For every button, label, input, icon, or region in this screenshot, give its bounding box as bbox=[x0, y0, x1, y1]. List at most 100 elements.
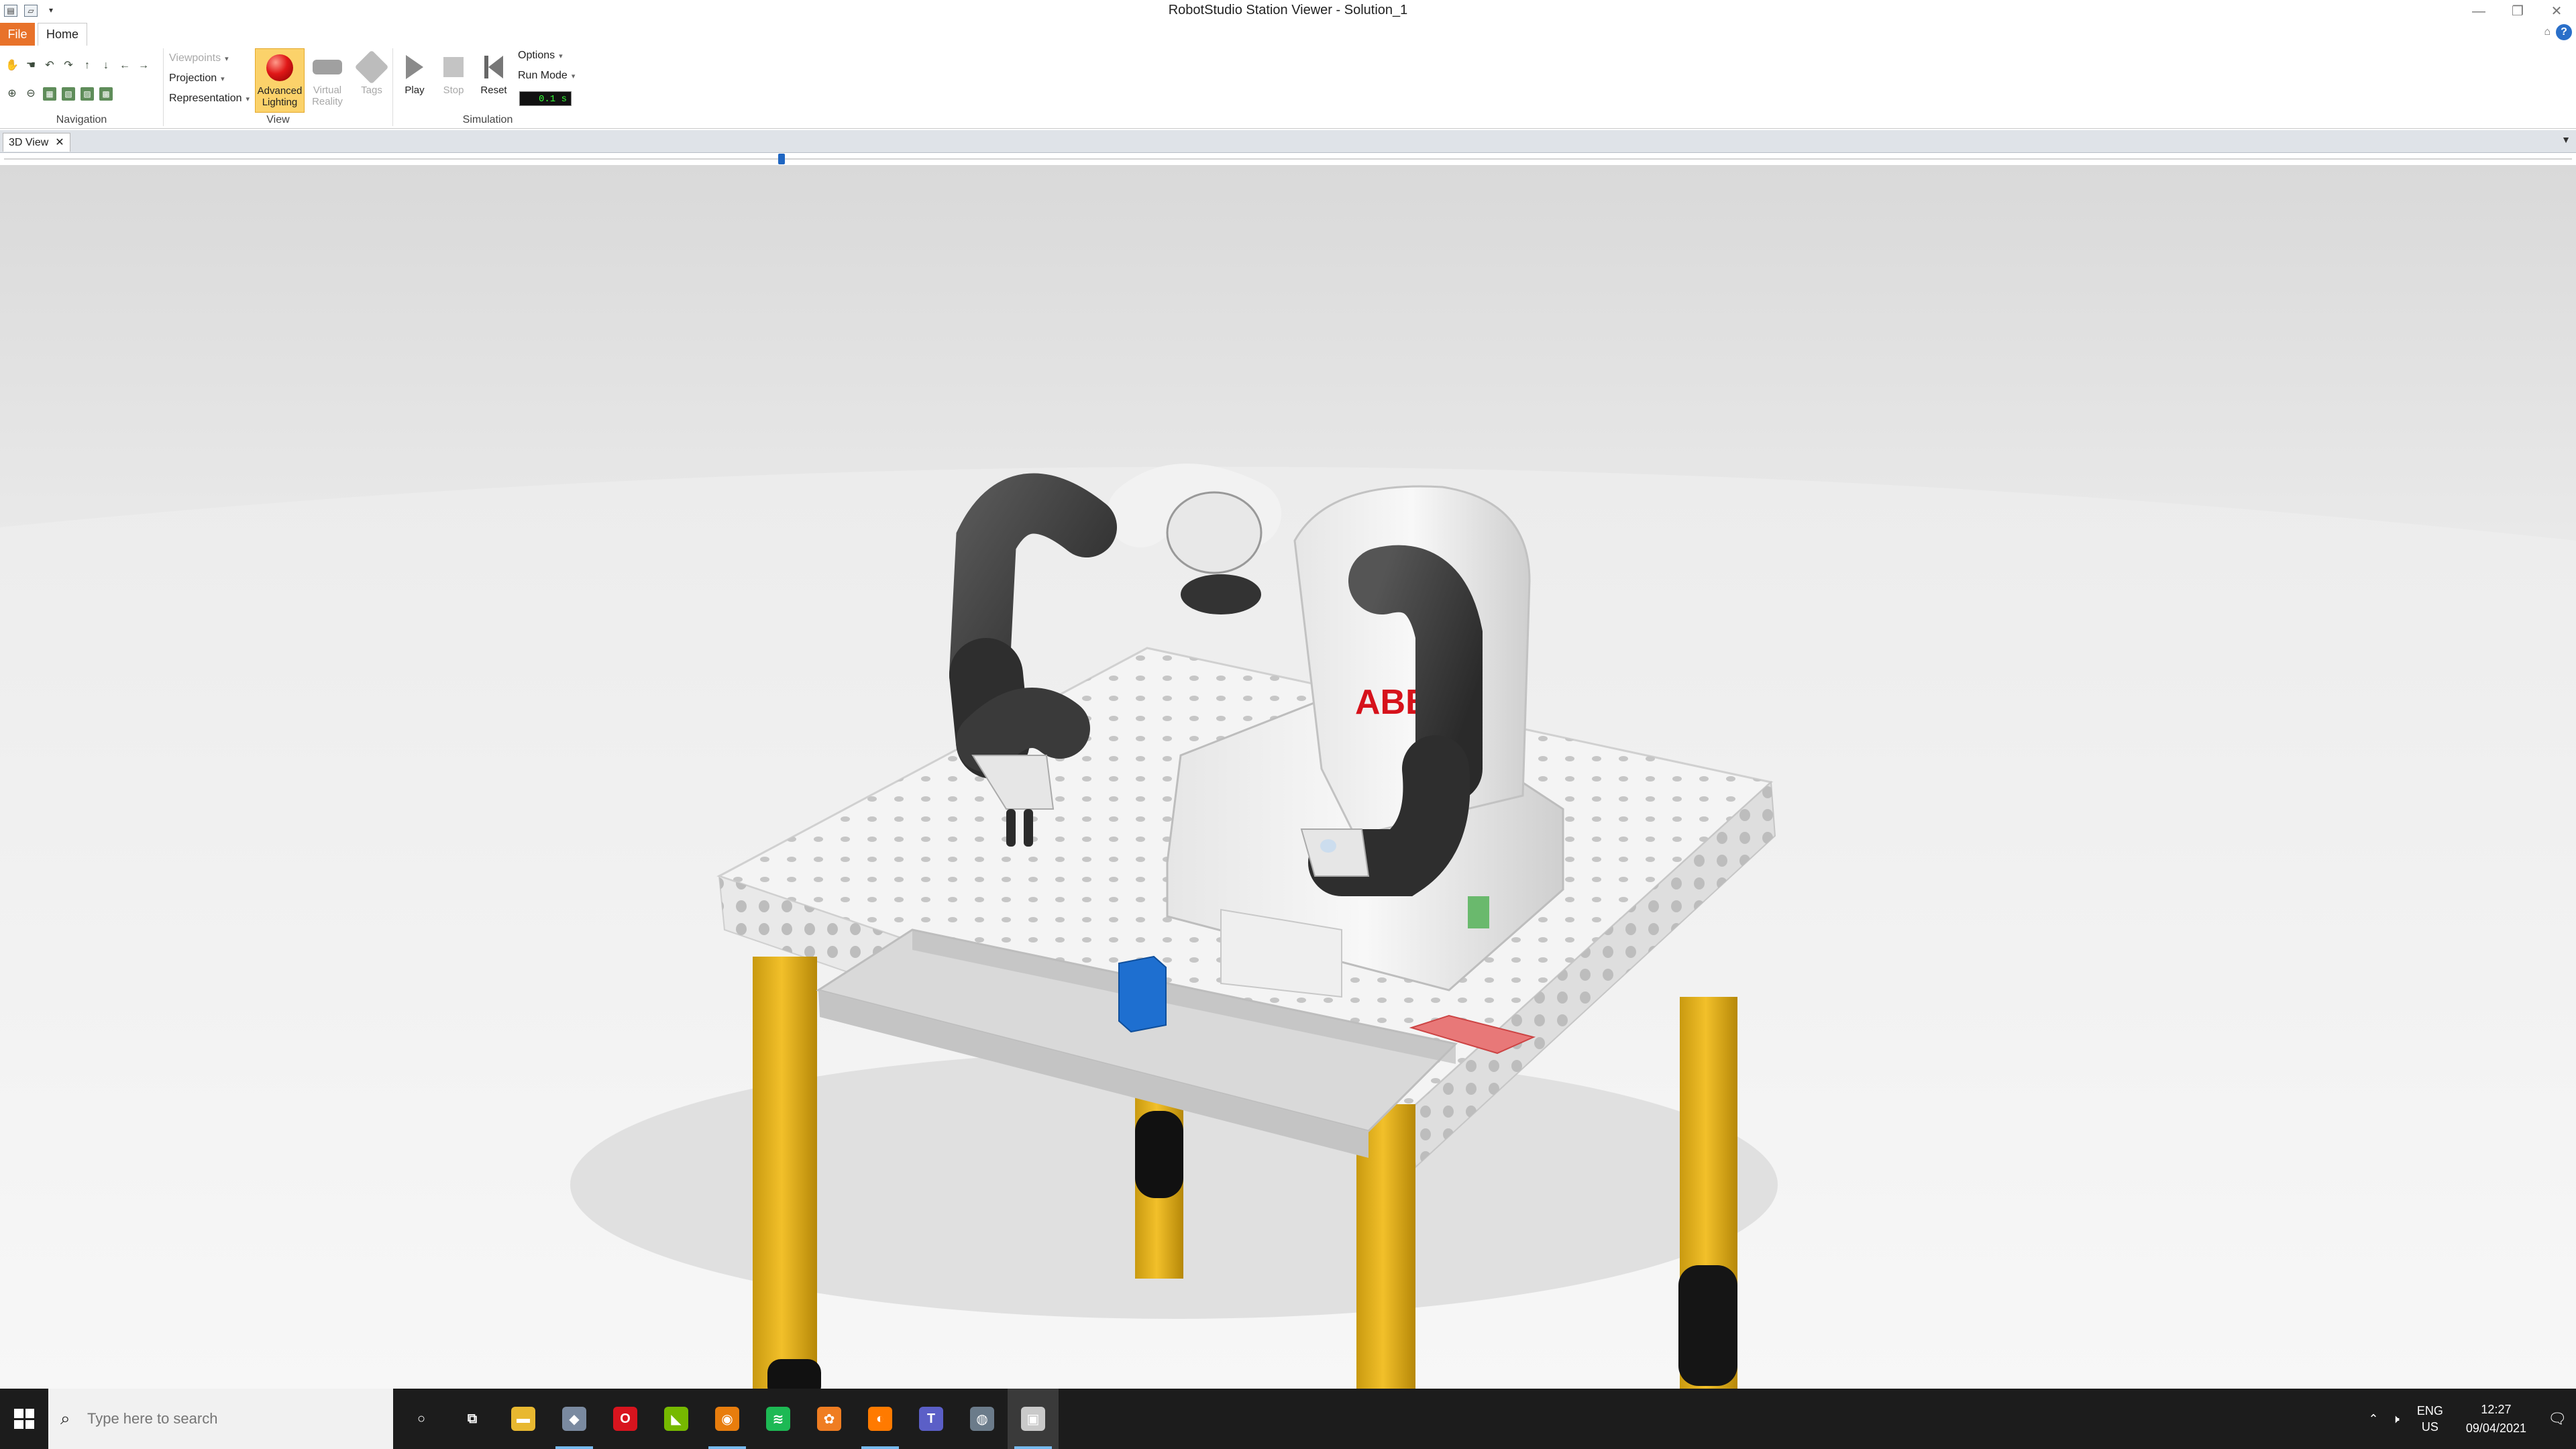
cortana-taskbar-button[interactable]: ○ bbox=[396, 1389, 447, 1449]
blue-block bbox=[1118, 955, 1167, 1033]
window-controls: — ❐ ✕ bbox=[2459, 0, 2576, 23]
blender-taskbar-button[interactable]: ◉ bbox=[702, 1389, 753, 1449]
projection-dropdown[interactable]: Projection ▾ bbox=[169, 71, 250, 86]
nvidia-taskbar-button[interactable]: ◣ bbox=[651, 1389, 702, 1449]
show-hidden-icons-icon[interactable]: ⌃ bbox=[2361, 1412, 2385, 1426]
rotate-right-icon[interactable]: ↷ bbox=[62, 59, 75, 72]
zoom-out-icon[interactable]: ⊖ bbox=[24, 87, 38, 101]
play-button[interactable]: Play bbox=[393, 48, 436, 113]
windows-logo-icon bbox=[14, 1409, 34, 1429]
app-icon-5: ◆ bbox=[562, 1407, 586, 1431]
leg-foot bbox=[1678, 1265, 1737, 1386]
document-tab-strip: 3D View ✕ ▼ bbox=[0, 130, 2576, 153]
taskbar-search[interactable]: ⌕ bbox=[48, 1389, 393, 1449]
timeline-track[interactable] bbox=[4, 158, 2572, 160]
gripper-finger bbox=[1024, 809, 1033, 847]
virtual-reality-button[interactable]: Virtual Reality bbox=[306, 48, 349, 113]
reset-button[interactable]: Reset bbox=[472, 48, 515, 113]
close-tab-icon[interactable]: ✕ bbox=[55, 134, 64, 152]
running-indicator bbox=[555, 1446, 593, 1449]
arrow-right-icon[interactable]: → bbox=[137, 59, 150, 72]
teams-icon: T bbox=[919, 1407, 943, 1431]
app-taskbar-button-9[interactable]: ✿ bbox=[804, 1389, 855, 1449]
restore-button[interactable]: ❐ bbox=[2498, 0, 2537, 23]
teams-taskbar-button[interactable]: T bbox=[906, 1389, 957, 1449]
tab-3d-view[interactable]: 3D View ✕ bbox=[3, 133, 70, 152]
window-title: RobotStudio Station Viewer - Solution_1 bbox=[1168, 3, 1408, 17]
app-taskbar-button-5[interactable]: ◆ bbox=[549, 1389, 600, 1449]
opera-taskbar-button[interactable]: O bbox=[600, 1389, 651, 1449]
group-label-navigation: Navigation bbox=[56, 114, 107, 125]
language-indicator[interactable]: ENG US bbox=[2406, 1403, 2454, 1435]
volume-icon[interactable]: 🕨 bbox=[2385, 1412, 2406, 1426]
robotstudio-taskbar-button[interactable]: ▣ bbox=[1008, 1389, 1059, 1449]
table-leg-front-left bbox=[753, 957, 817, 1389]
timeline-thumb[interactable] bbox=[778, 154, 785, 164]
robotstudio-icon: ▣ bbox=[1021, 1407, 1045, 1431]
spotify-taskbar-button[interactable]: ≋ bbox=[753, 1389, 804, 1449]
arrow-down-icon[interactable]: ↓ bbox=[99, 59, 113, 72]
help-icon[interactable]: ? bbox=[2556, 24, 2572, 40]
tab-file[interactable]: File bbox=[0, 23, 35, 46]
3d-viewport[interactable]: ABB bbox=[0, 165, 2576, 1389]
clock[interactable]: 12:27 09/04/2021 bbox=[2454, 1400, 2538, 1438]
viewpoints-dropdown[interactable]: Viewpoints ▾ bbox=[169, 51, 250, 66]
file-explorer-taskbar-button[interactable]: ▬ bbox=[498, 1389, 549, 1449]
app-icon-9: ✿ bbox=[817, 1407, 841, 1431]
select-hand-icon[interactable]: ✋ bbox=[5, 59, 19, 72]
cortana-icon: ○ bbox=[417, 1411, 426, 1426]
zoom-in-icon[interactable]: ⊕ bbox=[5, 87, 19, 101]
task-view-taskbar-button[interactable]: ⧉ bbox=[447, 1389, 498, 1449]
group-label-simulation: Simulation bbox=[462, 114, 513, 125]
ribbon: ✋ ☚ ↶ ↷ ↑ ↓ ← → ⊕ ⊖ ▦ ▧ ▨ ▩ Navigation V… bbox=[0, 46, 2576, 129]
file-explorer-icon: ▬ bbox=[511, 1407, 535, 1431]
station-scene[interactable]: ABB bbox=[0, 165, 2576, 1389]
chevron-down-icon: ▾ bbox=[221, 75, 225, 83]
group-view: Viewpoints ▾ Projection ▾ Representation ▾ … bbox=[164, 48, 393, 126]
ribbon-tab-row: File Home ⌂ ? bbox=[0, 23, 2576, 46]
app-taskbar-button-12[interactable]: ◍ bbox=[957, 1389, 1008, 1449]
options-dropdown[interactable]: Options ▾ bbox=[518, 48, 575, 63]
leg-foot bbox=[1135, 1111, 1183, 1198]
collapse-ribbon-icon[interactable]: ⌂ bbox=[2544, 26, 2551, 38]
leg-foot bbox=[767, 1359, 821, 1389]
pan-hand-icon[interactable]: ☚ bbox=[24, 59, 38, 72]
left-arm-joint bbox=[1181, 574, 1261, 614]
system-tray: ⌃ 🕨 ENG US 12:27 09/04/2021 🗨 bbox=[2361, 1389, 2576, 1449]
stop-button[interactable]: Stop bbox=[432, 48, 475, 113]
view-center-icon[interactable]: ▨ bbox=[80, 87, 94, 101]
notifications-icon[interactable]: 🗨 bbox=[2538, 1410, 2576, 1428]
search-input[interactable] bbox=[87, 1410, 382, 1428]
app-icon-12: ◍ bbox=[970, 1407, 994, 1431]
vr-headset-icon bbox=[313, 60, 342, 74]
running-indicator bbox=[1014, 1446, 1052, 1449]
minimize-button[interactable]: — bbox=[2459, 0, 2498, 23]
view-all-icon[interactable]: ▦ bbox=[43, 87, 56, 101]
group-label-view: View bbox=[266, 114, 290, 125]
close-button[interactable]: ✕ bbox=[2537, 0, 2576, 23]
reset-icon bbox=[484, 56, 503, 78]
start-button[interactable] bbox=[0, 1389, 48, 1449]
view-selected-icon[interactable]: ▧ bbox=[62, 87, 75, 101]
tab-list-dropdown-icon[interactable]: ▼ bbox=[2561, 134, 2571, 145]
tab-home[interactable]: Home bbox=[38, 23, 87, 46]
tags-button[interactable]: Tags bbox=[350, 48, 393, 113]
blender-icon: ◉ bbox=[715, 1407, 739, 1431]
run-mode-dropdown[interactable]: Run Mode ▾ bbox=[518, 68, 575, 83]
app-taskbar-button-10[interactable]: ◐ bbox=[855, 1389, 906, 1449]
app-icon-10: ◐ bbox=[868, 1407, 892, 1431]
simulation-time-display: 0.1 s bbox=[519, 91, 572, 106]
advanced-lighting-button[interactable]: Advanced Lighting bbox=[255, 48, 305, 113]
chevron-down-icon: ▾ bbox=[225, 55, 229, 63]
title-bar: ▤ ▱ ▾ RobotStudio Station Viewer - Solut… bbox=[0, 0, 2576, 23]
left-arm-wrist bbox=[956, 688, 1090, 772]
gripper-finger bbox=[1006, 809, 1016, 847]
play-icon bbox=[406, 55, 423, 79]
opera-icon: O bbox=[613, 1407, 637, 1431]
rotate-left-icon[interactable]: ↶ bbox=[43, 59, 56, 72]
view-fit-icon[interactable]: ▩ bbox=[99, 87, 113, 101]
arrow-up-icon[interactable]: ↑ bbox=[80, 59, 94, 72]
representation-dropdown[interactable]: Representation ▾ bbox=[169, 91, 250, 106]
simulation-timeline bbox=[0, 153, 2576, 165]
arrow-left-icon[interactable]: ← bbox=[118, 59, 131, 72]
